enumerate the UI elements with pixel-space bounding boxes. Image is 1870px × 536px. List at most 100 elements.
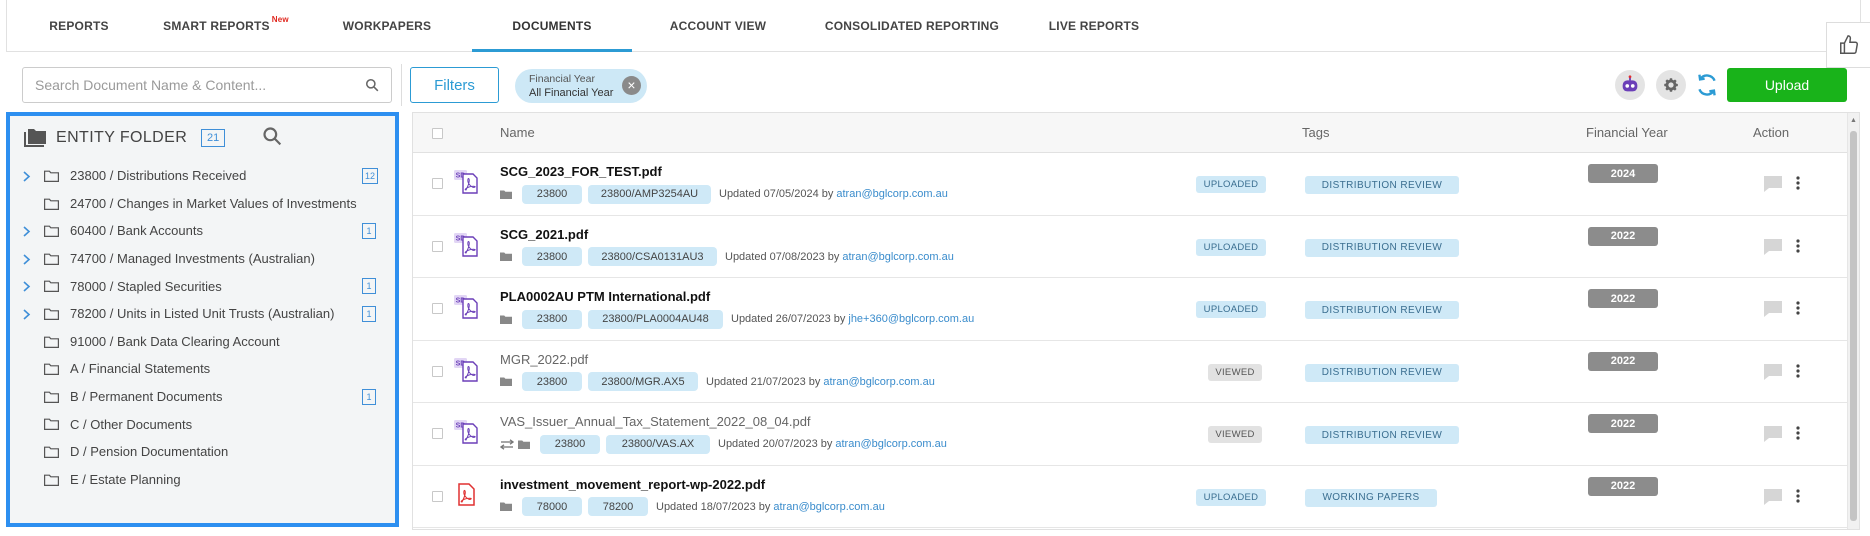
document-name-link[interactable]: SCG_2021.pdf [500,227,588,242]
upload-button[interactable]: Upload [1727,68,1847,102]
document-name-link[interactable]: PLA0002AU PTM International.pdf [500,289,710,304]
document-name-link[interactable]: MGR_2022.pdf [500,352,588,367]
close-icon[interactable]: × [622,76,641,95]
comment-icon[interactable] [1763,488,1783,511]
document-name-link[interactable]: investment_movement_report-wp-2022.pdf [500,477,765,492]
account-chip[interactable]: 23800 [522,372,582,391]
folder-tree-item[interactable]: 74700 / Managed Investments (Australian) [10,245,395,273]
document-tag[interactable]: DISTRIBUTION REVIEW [1305,363,1459,382]
scrollbar-thumb[interactable] [1850,131,1857,521]
chevron-right-icon[interactable] [22,253,31,268]
folder-tree-item[interactable]: 60400 / Bank Accounts 1 [10,217,395,245]
settings-button[interactable] [1656,70,1686,100]
document-tag[interactable]: DISTRIBUTION REVIEW [1305,426,1459,444]
folder-tree-item[interactable]: A / Financial Statements [10,355,395,383]
updated-by-user[interactable]: atran@bglcorp.com.au [836,188,947,200]
column-header-financial-year[interactable]: Financial Year [1586,125,1668,140]
row-checkbox[interactable] [432,303,443,314]
updated-by-user[interactable]: atran@bglcorp.com.au [773,501,884,513]
chevron-right-icon[interactable] [22,170,31,185]
account-chip[interactable]: 23800/AMP3254AU [588,184,711,204]
account-chip[interactable]: 23800 [540,434,600,454]
tab-smart-reports[interactable]: SMART REPORTS New [151,0,301,51]
document-tag[interactable]: WORKING PAPERS [1305,488,1437,507]
more-vertical-icon[interactable] [1796,488,1800,508]
account-chip[interactable]: 23800/MGR.AX5 [588,372,698,391]
account-chip[interactable]: 23800 [522,184,582,204]
document-name-link[interactable]: SCG_2023_FOR_TEST.pdf [500,164,662,179]
table-row[interactable]: SD MGR_2022.pdf 23800 23800/MGR.AX5 Updated … [413,340,1848,403]
account-chip[interactable]: 23800/PLA0004AU48 [588,309,723,329]
document-name-link[interactable]: VAS_Issuer_Annual_Tax_Statement_2022_08_… [500,414,811,429]
folder-tree-item[interactable]: 91000 / Bank Data Clearing Account [10,328,395,356]
tab-documents[interactable]: DOCUMENTS [472,0,632,52]
column-header-name[interactable]: Name [500,125,535,140]
folder-search-button[interactable] [262,126,282,151]
tab-label: REPORTS [49,18,109,33]
comment-icon[interactable] [1763,363,1783,386]
tab-consolidated-reporting[interactable]: CONSOLIDATED REPORTING [812,0,1012,51]
table-row[interactable]: SD SCG_2023_FOR_TEST.pdf 23800 23800/AMP325… [413,153,1848,216]
updated-by-user[interactable]: jhe+360@bglcorp.com.au [848,313,974,325]
more-vertical-icon[interactable] [1796,176,1800,195]
table-row[interactable]: SD SCG_2021.pdf 23800 23800/CSA0131AU3 Updat… [413,215,1848,278]
vertical-scrollbar[interactable]: ▲ [1847,113,1859,529]
row-checkbox[interactable] [432,428,443,439]
more-vertical-icon[interactable] [1796,363,1800,383]
chevron-right-icon[interactable] [22,280,31,295]
table-row[interactable]: SD VAS_Issuer_Annual_Tax_Statement_2022_0… [413,403,1848,466]
chevron-right-icon[interactable] [22,225,31,240]
chevron-right-icon[interactable] [22,308,31,323]
tab-reports[interactable]: REPORTS [19,0,139,51]
filters-button[interactable]: Filters [410,67,499,103]
document-meta: 23800 23800/PLA0004AU48 Updated 26/07/2023… [500,309,974,329]
row-checkbox[interactable] [432,240,443,252]
document-tag[interactable]: DISTRIBUTION REVIEW [1305,301,1459,319]
comment-icon[interactable] [1763,300,1783,323]
tab-live-reports[interactable]: LIVE REPORTS [1024,0,1164,51]
account-chip[interactable]: 23800 [522,247,582,266]
account-chip[interactable]: 23800/CSA0131AU3 [588,247,717,266]
document-meta: 78000 78200 Updated 18/07/2023 by atran@bgl… [500,497,885,517]
scroll-up-icon[interactable]: ▲ [1850,117,1857,124]
updated-by-user[interactable]: atran@bglcorp.com.au [823,376,934,388]
tab-account-view[interactable]: ACCOUNT VIEW [638,0,798,51]
folder-tree-item[interactable]: D / Pension Documentation [10,438,395,466]
updated-by-user[interactable]: atran@bglcorp.com.au [835,438,946,450]
account-chip[interactable]: 78200 [588,497,648,516]
transfer-icon[interactable] [500,438,514,450]
document-tag[interactable]: DISTRIBUTION REVIEW [1305,238,1459,257]
row-checkbox[interactable] [432,365,443,377]
table-row[interactable]: SD PLA0002AU PTM International.pdf 23800 23… [413,278,1848,341]
comment-icon[interactable] [1763,425,1783,448]
folder-tree-item[interactable]: C / Other Documents [10,410,395,438]
ai-assistant-button[interactable] [1615,70,1645,100]
document-search-input[interactable] [35,77,365,93]
folder-tree-item[interactable]: 23800 / Distributions Received 12 [10,162,395,190]
more-vertical-icon[interactable] [1796,426,1800,445]
account-chip[interactable]: 78000 [522,497,582,516]
folder-tree-item[interactable]: 24700 / Changes in Market Values of Inve… [10,190,395,218]
updated-by-user[interactable]: atran@bglcorp.com.au [842,251,953,263]
account-chip[interactable]: 23800 [522,309,582,329]
row-checkbox[interactable] [432,490,443,502]
folder-tree-item[interactable]: 78000 / Stapled Securities 1 [10,272,395,300]
folder-tree-item[interactable]: 78200 / Units in Listed Unit Trusts (Aus… [10,300,395,328]
row-checkbox[interactable] [432,178,443,189]
feedback-button[interactable] [1826,22,1870,68]
updated-text: Updated 18/07/2023 by [656,500,771,513]
refresh-button[interactable] [1692,70,1722,100]
folder-tree-item[interactable]: B / Permanent Documents 1 [10,383,395,411]
comment-icon[interactable] [1763,175,1783,198]
tab-workpapers[interactable]: WORKPAPERS [317,0,457,51]
folder-tree-item[interactable]: E / Estate Planning [10,466,395,494]
document-tag[interactable]: DISTRIBUTION REVIEW [1305,176,1459,194]
table-row[interactable]: investment_movement_report-wp-2022.pdf 78… [413,465,1848,528]
account-chip[interactable]: 23800/VAS.AX [606,434,710,454]
select-all-checkbox[interactable] [432,128,443,139]
folder-tree: 23800 / Distributions Received 12 24700 / … [10,162,395,493]
comment-icon[interactable] [1763,238,1783,261]
more-vertical-icon[interactable] [1796,238,1800,258]
more-vertical-icon[interactable] [1796,301,1800,320]
search-icon[interactable] [365,78,379,92]
